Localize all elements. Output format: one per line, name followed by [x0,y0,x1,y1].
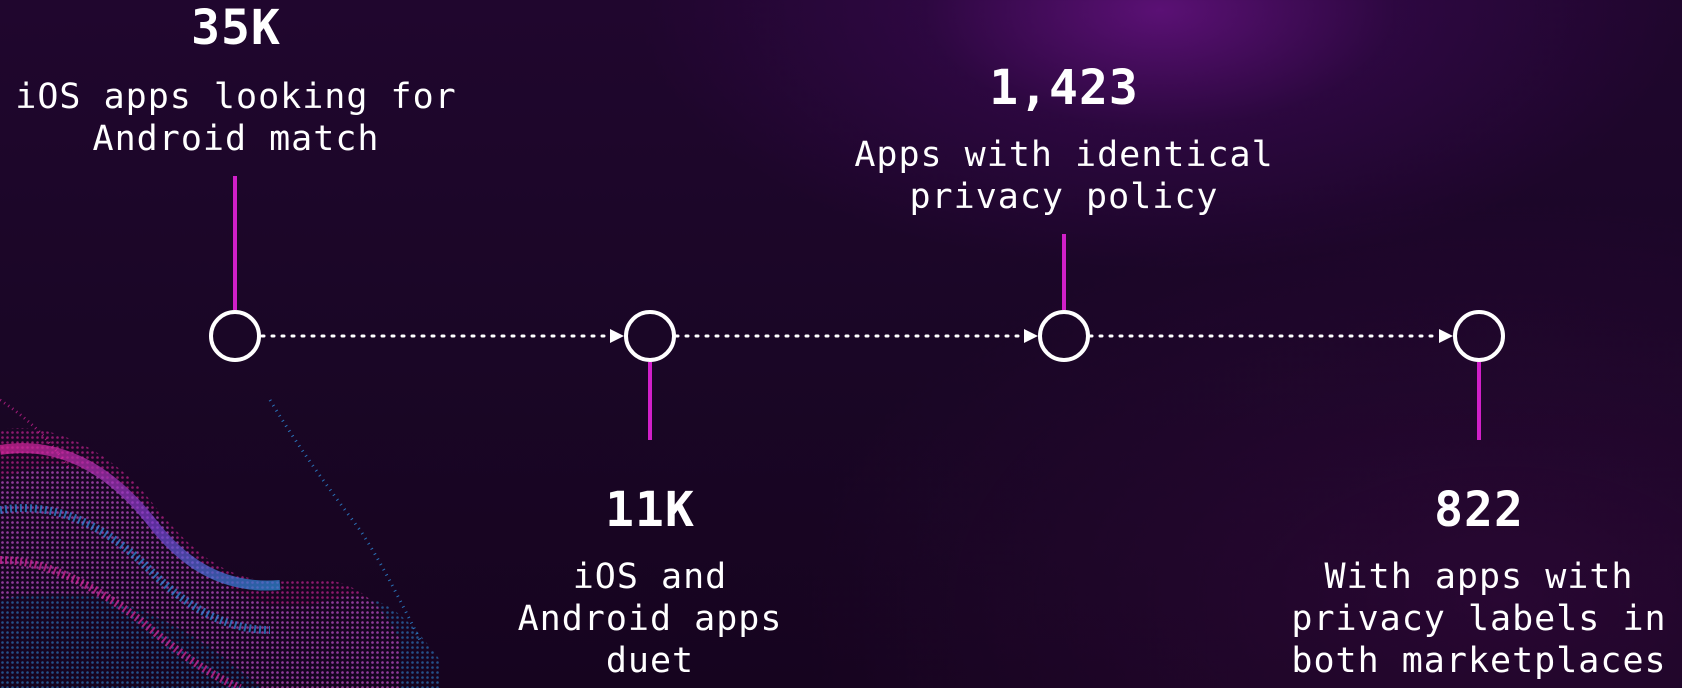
milestone-4: 822 With apps with privacy labels in bot… [1269,484,1682,682]
milestone-4-label-line-1: With apps with [1324,557,1634,597]
milestone-2-label: iOS and Android apps duet [490,556,810,682]
milestone-3: 1,423 Apps with identical privacy policy [829,62,1299,218]
milestone-4-label: With apps with privacy labels in both ma… [1269,556,1682,682]
milestone-2-node [624,310,676,362]
milestone-4-node [1453,310,1505,362]
milestone-2-label-line-2: Android apps [517,599,783,639]
milestone-2-value: 11K [605,482,695,538]
milestone-3-label-line-2: privacy policy [909,177,1219,217]
milestone-2-label-line-3: duet [605,641,695,681]
timeline-connector-1 [260,329,624,343]
milestone-4-label-line-3: both marketplaces [1291,641,1667,681]
milestone-1-label: iOS apps looking for Android match [1,76,471,160]
timeline-connector-3 [1088,329,1453,343]
milestone-4-value: 822 [1434,482,1524,538]
milestone-1: 35K iOS apps looking for Android match [1,0,471,160]
milestone-3-value: 1,423 [989,60,1139,116]
milestone-1-label-line-2: Android match [92,119,380,159]
milestone-3-node [1038,310,1090,362]
milestone-3-label-line-1: Apps with identical [854,135,1274,175]
milestone-1-node [209,310,261,362]
milestone-4-label-line-2: privacy labels in [1291,599,1667,639]
arrowhead-icon [610,329,624,343]
milestone-2-label-line-1: iOS and [572,557,728,597]
arrowhead-icon [1024,329,1038,343]
timeline-connector-2 [674,329,1038,343]
arrowhead-icon [1439,329,1453,343]
milestone-2: 11K iOS and Android apps duet [490,484,810,682]
milestone-1-value: 35K [191,0,281,56]
milestone-3-label: Apps with identical privacy policy [829,134,1299,218]
milestone-1-label-line-1: iOS apps looking for [15,77,457,117]
